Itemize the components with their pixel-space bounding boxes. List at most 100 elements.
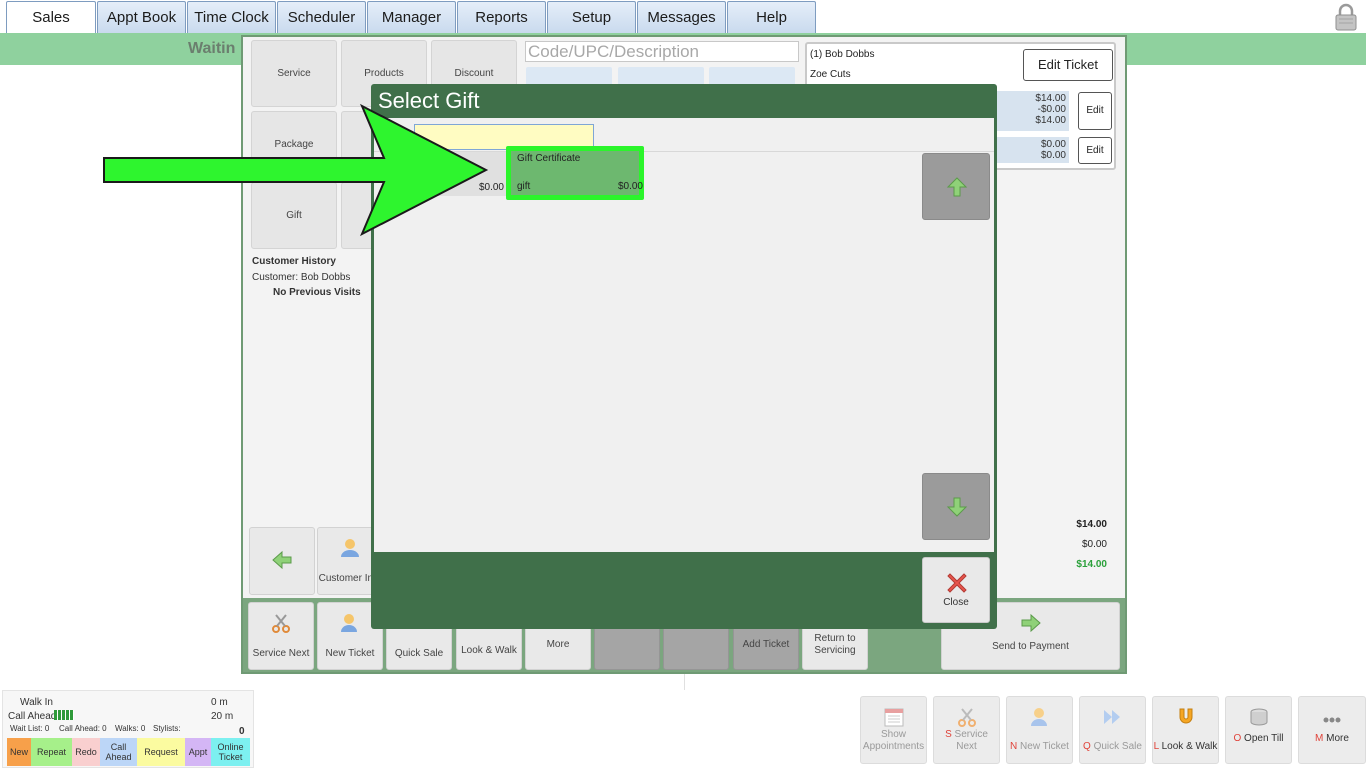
- close-button[interactable]: Close: [922, 557, 990, 623]
- magnet-icon: [1179, 708, 1192, 724]
- history-customer: Customer: Bob Dobbs: [252, 272, 351, 283]
- line2-price: $0.00: [1040, 139, 1066, 150]
- legend-request: Request: [137, 738, 185, 766]
- walk-in-time: 0 m: [211, 697, 228, 708]
- wait-list-count: Wait List: 0: [10, 724, 50, 733]
- tax-value: $0.00: [1081, 539, 1107, 550]
- footer-more-label: More: [1326, 733, 1349, 744]
- edit-ticket-button[interactable]: Edit Ticket: [1023, 49, 1113, 81]
- footer-new-ticket-button[interactable]: N New Ticket: [1006, 696, 1073, 764]
- footer-look-walk-label: Look & Walk: [1161, 741, 1218, 752]
- line1-total: $14.00: [1035, 115, 1066, 126]
- tab-appt-book[interactable]: Appt Book: [97, 1, 186, 33]
- lock-icon[interactable]: [1334, 3, 1358, 31]
- call-ahead-bar: [54, 710, 74, 720]
- new-customer-icon: [1030, 708, 1047, 726]
- stylists-count: 0: [239, 726, 245, 737]
- history-visits: No Previous Visits: [273, 287, 361, 298]
- ticket-customer: (1) Bob Dobbs: [810, 49, 875, 60]
- scissors-icon: [272, 614, 290, 633]
- tab-reports[interactable]: Reports: [457, 1, 546, 33]
- left-arrow-icon: [272, 550, 292, 570]
- show-appointments-button[interactable]: Show Appointments: [860, 696, 927, 764]
- tab-manager[interactable]: Manager: [367, 1, 456, 33]
- ticket-line-1-amounts: $14.00 -$0.00 $14.00: [996, 91, 1069, 131]
- service-next-label: Service Next: [252, 648, 310, 659]
- tab-help[interactable]: Help: [727, 1, 816, 33]
- return-servicing-label: Return to Servicing: [814, 633, 856, 656]
- scroll-down-button[interactable]: [922, 473, 990, 540]
- subtotal-value: $14.00: [1076, 519, 1107, 530]
- more-hotkey: M: [1315, 733, 1324, 744]
- new-ticket-hotkey: N: [1010, 741, 1018, 752]
- code-search-input[interactable]: Code/UPC/Description: [525, 41, 799, 62]
- close-icon: [947, 573, 967, 593]
- up-arrow-icon: [946, 177, 968, 197]
- scroll-up-button[interactable]: [922, 153, 990, 220]
- footer-open-till-label: Open Till: [1244, 733, 1284, 744]
- service-next-hotkey: S: [945, 729, 952, 740]
- stylists-label: Stylists:: [153, 724, 181, 733]
- open-till-hotkey: O: [1233, 733, 1242, 744]
- tab-scheduler[interactable]: Scheduler: [277, 1, 366, 33]
- walk-in-label: Walk In: [20, 697, 53, 708]
- gift-item-type: gift: [517, 181, 531, 192]
- gift-item-name: Gift Certificate: [517, 153, 581, 164]
- legend-repeat: Repeat: [31, 738, 72, 766]
- quick-sale-hotkey: Q: [1083, 741, 1091, 752]
- close-label: Close: [943, 597, 969, 608]
- annotation-arrow-icon: [103, 103, 489, 237]
- line1-price: $14.00: [1035, 93, 1066, 104]
- ticket-stylist: Zoe Cuts: [810, 69, 851, 80]
- gift-certificate-tile[interactable]: Gift Certificate gift $0.00: [506, 146, 644, 200]
- legend-call-ahead: Call Ahead: [100, 738, 137, 766]
- footer-more-button[interactable]: M More: [1298, 696, 1366, 764]
- total-value: $14.00: [1076, 559, 1107, 570]
- down-arrow-icon: [946, 497, 968, 517]
- add-ticket-label: Add Ticket: [742, 639, 790, 650]
- walks-count: Walks: 0: [115, 724, 146, 733]
- call-ahead-label: Call Ahead: [8, 711, 57, 722]
- service-next-button[interactable]: Service Next: [248, 602, 314, 670]
- ticket-line-2-amounts: $0.00 $0.00: [996, 137, 1069, 163]
- tab-sales[interactable]: Sales: [6, 1, 96, 33]
- category-service-button[interactable]: Service: [251, 40, 337, 107]
- line1-discount: -$0.00: [1037, 104, 1066, 115]
- footer-service-next-button[interactable]: S Service Next: [933, 696, 1000, 764]
- calendar-icon: [884, 708, 903, 727]
- show-appointments-label: Show Appointments: [862, 729, 925, 752]
- right-arrow-icon: [1021, 613, 1041, 633]
- footer-quick-sale-button[interactable]: Q Quick Sale: [1079, 696, 1146, 764]
- call-ahead-count: Call Ahead: 0: [59, 724, 107, 733]
- legend-online-ticket: Online Ticket: [211, 738, 250, 766]
- look-walk-label: Look & Walk: [461, 645, 517, 656]
- call-ahead-time: 20 m: [211, 711, 234, 722]
- gift-item-price: $0.00: [617, 181, 643, 192]
- legend-appt: Appt: [185, 738, 211, 766]
- footer-service-next-label: Service Next: [954, 729, 988, 752]
- quick-sale-icon: [1103, 710, 1120, 724]
- send-to-payment-label: Send to Payment: [992, 641, 1069, 652]
- edit-line-1-button[interactable]: Edit: [1078, 92, 1112, 130]
- legend-redo: Redo: [72, 738, 100, 766]
- footer-look-walk-button[interactable]: L Look & Walk: [1152, 696, 1219, 764]
- footer-quick-sale-label: Quick Sale: [1093, 741, 1142, 752]
- quick-sale-label: Quick Sale: [394, 648, 444, 659]
- scissors-icon: [957, 708, 976, 727]
- gift-certificate-tile-inner: Gift Certificate gift $0.00: [511, 151, 643, 195]
- tab-time-clock[interactable]: Time Clock: [187, 1, 276, 33]
- back-button[interactable]: [249, 527, 315, 595]
- edit-line-2-button[interactable]: Edit: [1078, 137, 1112, 164]
- history-title: Customer History: [252, 256, 336, 267]
- line2-total: $0.00: [1040, 150, 1066, 161]
- footer-open-till-button[interactable]: O Open Till: [1225, 696, 1292, 764]
- more-dots-icon: [1323, 717, 1341, 723]
- tab-setup[interactable]: Setup: [547, 1, 636, 33]
- top-tab-bar: Sales Appt Book Time Clock Scheduler Man…: [0, 0, 1366, 34]
- tab-messages[interactable]: Messages: [637, 1, 726, 33]
- waiting-label: Waitin: [188, 40, 236, 57]
- customer-icon: [341, 539, 359, 557]
- footer-new-ticket-label: New Ticket: [1020, 741, 1069, 752]
- new-ticket-label: New Ticket: [325, 648, 375, 659]
- legend-new: New: [7, 738, 31, 766]
